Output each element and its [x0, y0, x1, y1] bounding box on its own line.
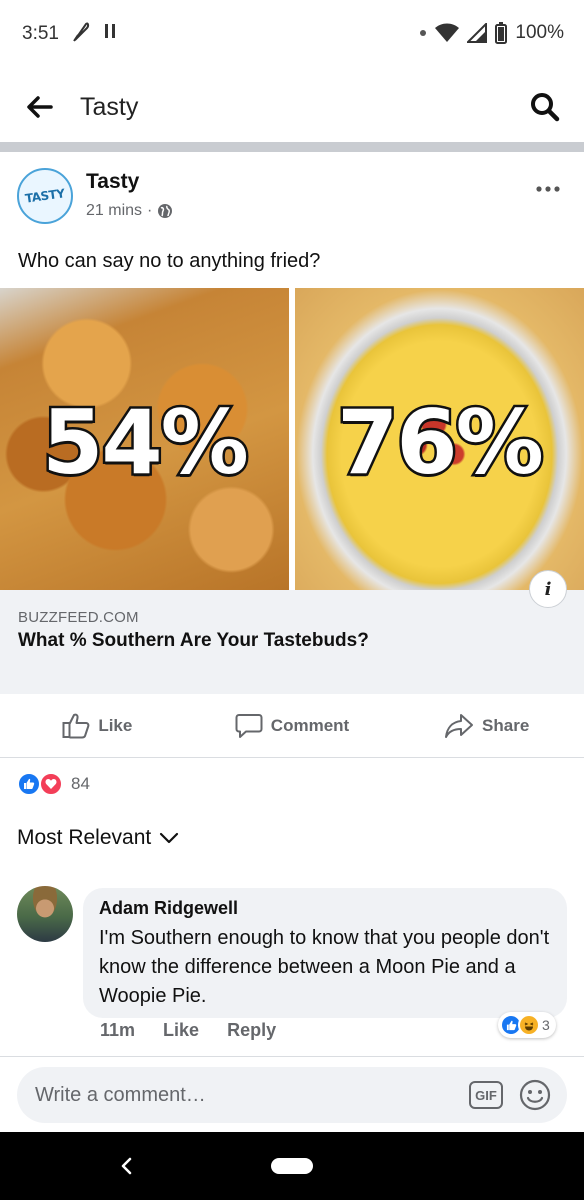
comment-reaction-count: 3 — [542, 1017, 550, 1033]
post-text: Who can say no to anything fried? — [18, 250, 321, 272]
image-percent-right: 76% — [335, 389, 547, 497]
image-percent-left: 54% — [40, 389, 252, 497]
emoji-icon[interactable] — [519, 1079, 551, 1111]
comment-author[interactable]: Adam Ridgewell — [99, 898, 551, 919]
comment-button[interactable]: Comment — [195, 694, 390, 757]
comment-bubble[interactable]: Adam Ridgewell I'm Southern enough to kn… — [83, 888, 567, 1018]
battery-icon — [495, 22, 508, 44]
like-reaction-icon — [17, 772, 41, 796]
status-left-icons — [72, 20, 116, 42]
comment-like-button[interactable]: Like — [163, 1020, 199, 1041]
comment-time: 11m — [100, 1020, 136, 1040]
link-preview[interactable]: i BUZZFEED.COM What % Southern Are Your … — [0, 570, 584, 694]
page-title: Tasty — [80, 93, 139, 121]
more-options-button[interactable] — [536, 173, 560, 199]
link-title: What % Southern Are Your Tastebuds? — [18, 630, 369, 651]
share-label: Share — [482, 715, 530, 735]
post-meta: 21 mins · — [86, 202, 173, 220]
status-right: 100% — [419, 22, 564, 44]
action-bar: Like Comment Share — [0, 694, 584, 758]
section-divider — [0, 142, 584, 152]
comment-placeholder: Write a comment… — [35, 1084, 206, 1106]
page-avatar[interactable]: TASTY — [17, 168, 73, 224]
comment-bubble-icon — [235, 713, 263, 738]
comment-actions: 11m Like Reply — [100, 1020, 276, 1041]
link-domain: BUZZFEED.COM — [18, 609, 139, 626]
post-author[interactable]: Tasty — [86, 170, 139, 194]
gif-button[interactable]: GIF — [469, 1081, 503, 1109]
thumbs-up-icon — [62, 713, 90, 738]
reaction-count: 84 — [71, 774, 90, 793]
globe-icon — [158, 204, 173, 218]
feather-icon — [73, 22, 90, 42]
wifi-icon — [435, 23, 460, 42]
post-time[interactable]: 21 mins — [86, 202, 142, 220]
reactions-summary[interactable]: 84 — [17, 772, 90, 796]
meta-separator: · — [147, 202, 153, 219]
comment-text: I'm Southern enough to know that you peo… — [99, 927, 550, 1007]
back-button[interactable] — [22, 92, 58, 122]
share-button[interactable]: Share — [389, 694, 584, 757]
battery-percent: 100% — [515, 22, 564, 43]
screen: 3:51 100% Tasty TASTY Tasty 21 mins · Wh… — [0, 0, 584, 1200]
more-dots-icon — [536, 186, 560, 192]
search-icon — [531, 93, 560, 122]
post-image[interactable]: 54% 76% — [0, 288, 584, 590]
comment-label: Comment — [270, 715, 350, 735]
app-bar: Tasty — [0, 72, 584, 142]
post-header: TASTY Tasty 21 mins · — [0, 165, 584, 235]
comment-reply-button[interactable]: Reply — [227, 1020, 276, 1041]
comment-reactions[interactable]: 3 — [498, 1012, 556, 1038]
comment-input[interactable]: Write a comment… GIF — [17, 1067, 567, 1123]
comment-sort-dropdown[interactable]: Most Relevant — [17, 826, 179, 850]
sort-label: Most Relevant — [17, 826, 152, 849]
nav-back-icon — [121, 1157, 132, 1175]
system-nav-bar — [0, 1132, 584, 1200]
back-arrow-icon — [27, 96, 53, 118]
dot-icon — [420, 30, 427, 36]
haha-reaction-icon — [518, 1014, 540, 1036]
comment-composer: Write a comment… GIF — [0, 1056, 584, 1132]
share-arrow-icon — [445, 713, 474, 738]
info-icon[interactable]: i — [529, 570, 567, 608]
search-button[interactable] — [528, 90, 562, 124]
pause-icon — [105, 24, 115, 38]
like-label: Like — [98, 715, 133, 735]
status-time: 3:51 — [22, 23, 59, 44]
commenter-avatar[interactable] — [17, 886, 73, 942]
fried-chicken-image[interactable]: 54% — [0, 288, 289, 590]
chevron-down-icon — [160, 832, 179, 844]
queso-dip-image[interactable]: 76% — [295, 288, 584, 590]
gif-label: GIF — [475, 1087, 497, 1103]
love-reaction-icon — [39, 772, 63, 796]
like-button[interactable]: Like — [0, 694, 195, 757]
avatar-logo: TASTY — [24, 186, 66, 206]
status-bar: 3:51 100% — [0, 0, 584, 70]
nav-back-button[interactable] — [115, 1152, 137, 1180]
signal-icon — [467, 23, 488, 43]
nav-home-pill[interactable] — [271, 1158, 313, 1174]
